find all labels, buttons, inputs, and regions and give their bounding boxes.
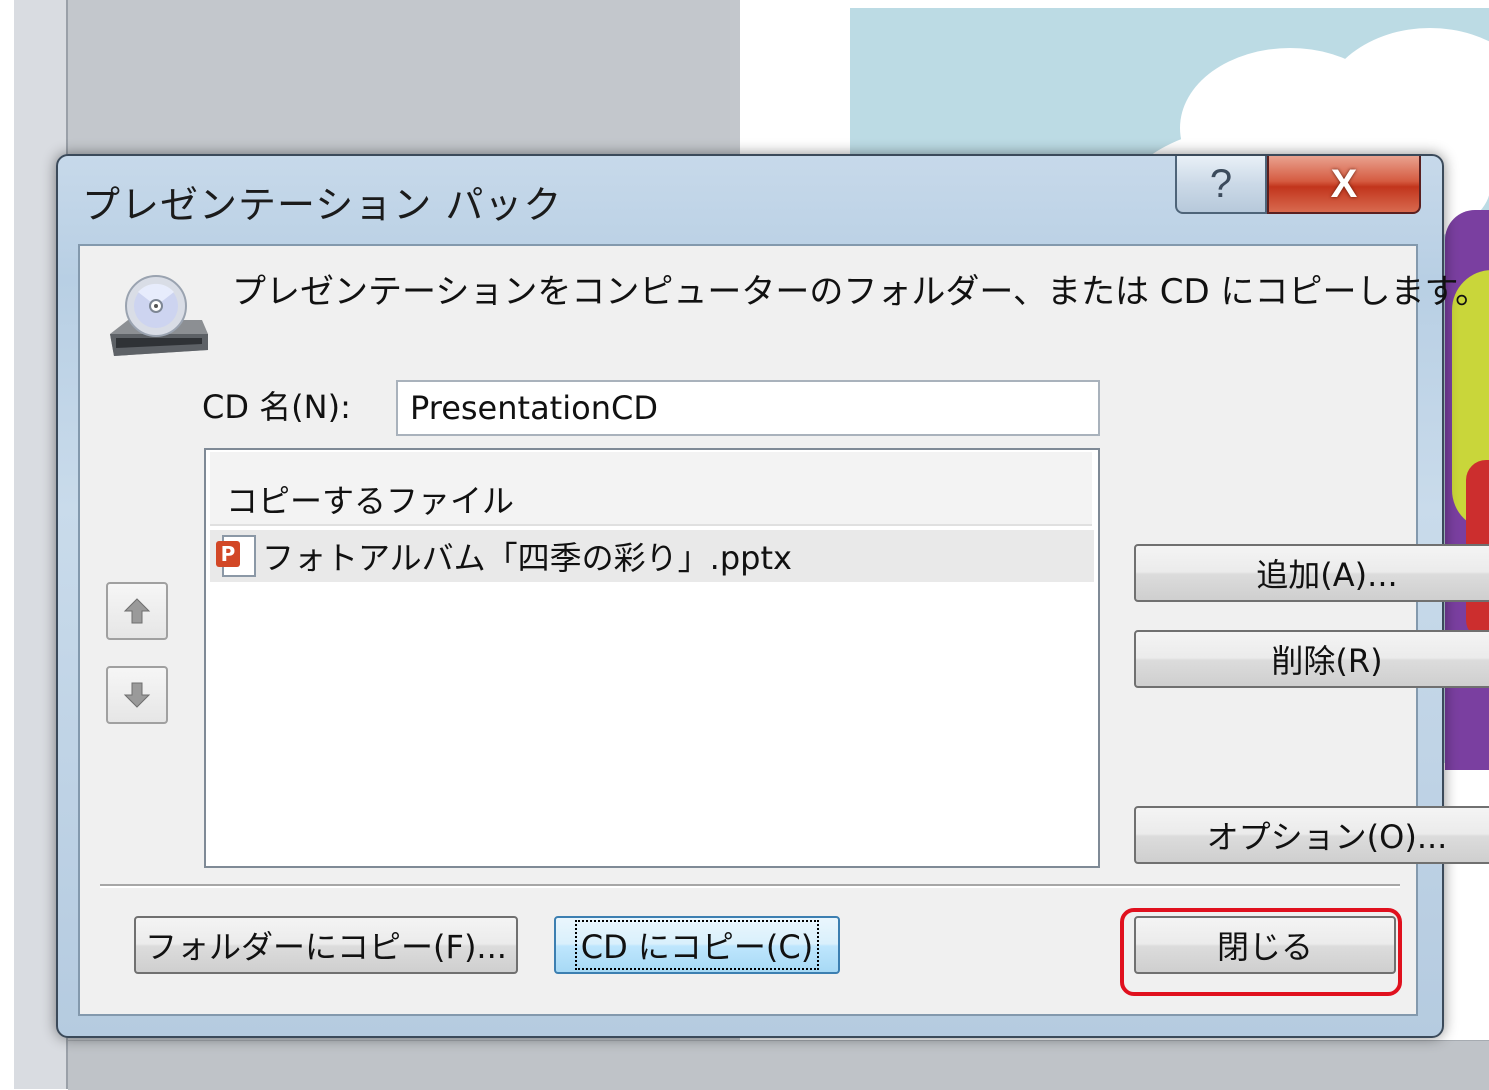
file-name: フォトアルバム「四季の彩り」.pptx [262, 539, 792, 577]
move-up-button[interactable] [106, 582, 168, 640]
separator [100, 884, 1400, 888]
cd-drive-icon [110, 275, 208, 356]
dialog-title: プレゼンテーション パック [82, 183, 563, 227]
help-button[interactable]: ? [1175, 156, 1267, 214]
list-item[interactable]: P フォトアルバム「四季の彩り」.pptx [210, 530, 1094, 582]
background-edge [0, 0, 14, 1089]
add-button[interactable]: 追加(A)... [1134, 544, 1489, 602]
list-header: コピーするファイル [210, 452, 1092, 526]
package-for-cd-dialog: プレゼンテーション パック ? X プレゼンテーションをコンピューターのフォルダ… [56, 154, 1489, 1038]
pptx-file-icon: P [216, 535, 256, 577]
background-statusbar [68, 1040, 1489, 1090]
remove-button[interactable]: 削除(R) [1134, 630, 1489, 688]
close-window-button[interactable]: X [1267, 156, 1421, 214]
arrow-up-icon [123, 598, 151, 624]
move-down-button[interactable] [106, 666, 168, 724]
copy-to-cd-label: CD にコピー(C) [574, 920, 820, 970]
files-to-copy-list[interactable]: コピーするファイル P フォトアルバム「四季の彩り」.pptx [204, 448, 1100, 868]
copy-to-cd-button[interactable]: CD にコピー(C) [554, 916, 840, 974]
options-button[interactable]: オプション(O)... [1134, 806, 1489, 864]
intro-text: プレゼンテーションをコンピューターのフォルダー、または CD にコピーします。 [232, 272, 1489, 312]
cd-name-label: CD 名(N): [202, 388, 351, 426]
dialog-body: プレゼンテーションをコンピューターのフォルダー、または CD にコピーします。 … [78, 244, 1489, 1016]
highlight-annotation [1120, 908, 1402, 996]
cd-name-input[interactable] [396, 380, 1100, 436]
copy-to-folder-button[interactable]: フォルダーにコピー(F)... [134, 916, 518, 974]
arrow-down-icon [123, 682, 151, 708]
